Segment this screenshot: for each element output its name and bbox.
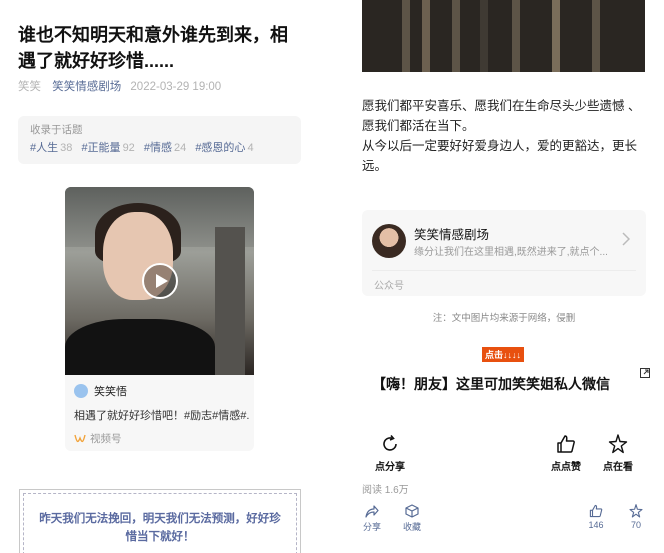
refresh-share-icon bbox=[383, 434, 397, 451]
topic-tag[interactable]: #情感 24 bbox=[144, 142, 186, 154]
chevron-right-icon bbox=[622, 232, 630, 246]
channels-icon bbox=[74, 434, 86, 442]
video-author-avatar bbox=[74, 384, 88, 398]
left-panel: 谁也不知明天和意外谁先到来，相遇了就好好珍惜...... 笑笑 笑笑情感剧场 2… bbox=[0, 0, 320, 553]
external-link-icon bbox=[640, 368, 650, 378]
article-body: 愿我们都平安喜乐、愿我们在生命尽头少些遗憾 、愿我们都活在当下。 从今以后一定要… bbox=[362, 96, 650, 176]
share-arrow-icon bbox=[365, 505, 379, 518]
profile-name: 笑笑情感剧场 bbox=[414, 228, 490, 242]
image-source-note: 注：文中图片均来源于网络，侵删 bbox=[432, 313, 576, 324]
account-avatar bbox=[372, 224, 406, 258]
read-count: 阅读 1.6万 bbox=[362, 485, 409, 496]
sparkle-icon bbox=[608, 434, 628, 454]
right-panel: 愿我们都平安喜乐、愿我们在生命尽头少些遗憾 、愿我们都活在当下。 从今以后一定要… bbox=[362, 0, 664, 553]
topic-tag[interactable]: #人生 38 bbox=[30, 142, 72, 154]
play-icon[interactable] bbox=[142, 263, 178, 299]
article-title: 谁也不知明天和意外谁先到来，相遇了就好好珍惜...... bbox=[18, 25, 288, 71]
quote-text: 昨天我们无法挽回，明天我们无法预测，好好珍惜当下就好！ bbox=[23, 493, 297, 553]
video-description: 相遇了就好好珍惜吧！#励志#情感#... bbox=[74, 410, 249, 422]
video-source: 视频号 bbox=[74, 431, 122, 446]
body-paragraph: 愿我们都平安喜乐、愿我们在生命尽头少些遗憾 、愿我们都活在当下。 bbox=[362, 99, 641, 133]
watching-count-button[interactable]: 70 bbox=[626, 502, 646, 530]
wechat-heading[interactable]: 【嗨！朋友】这里可加笑笑姐私人微信 bbox=[372, 368, 650, 394]
article-meta: 笑笑 笑笑情感剧场 2022-03-29 19:00 bbox=[18, 78, 221, 94]
profile-type: 公众号 bbox=[374, 281, 404, 292]
topics-label: 收录于话题 bbox=[30, 124, 83, 136]
thumbs-up-icon bbox=[557, 435, 575, 453]
account-profile-card[interactable]: 笑笑情感剧场 缘分让我们在这里相遇,既然进来了,就点个... 公众号 bbox=[362, 210, 646, 296]
profile-description: 缘分让我们在这里相遇,既然进来了,就点个... bbox=[414, 247, 608, 258]
quote-box: 昨天我们无法挽回，明天我们无法预测，好好珍惜当下就好！ bbox=[19, 489, 301, 553]
favorite-button[interactable]: 收藏 bbox=[402, 502, 422, 533]
share-action[interactable]: 点分享 bbox=[370, 432, 410, 473]
thumbs-up-icon bbox=[589, 504, 603, 518]
body-paragraph: 从今以后一定要好好爱身边人，爱的更豁达，更长远。 bbox=[362, 139, 638, 173]
video-card[interactable]: 笑笑悟 相遇了就好好珍惜吧！#励志#情感#... 视频号 bbox=[65, 187, 254, 451]
like-count-button[interactable]: 146 bbox=[586, 502, 606, 530]
article-image bbox=[362, 0, 645, 72]
author-name: 笑笑 bbox=[18, 81, 41, 93]
publish-date: 2022-03-29 19:00 bbox=[130, 81, 222, 93]
sparkle-icon bbox=[629, 504, 643, 518]
topics-box: 收录于话题 #人生 38 #正能量 92 #情感 24 #感恩的心 4 bbox=[18, 116, 301, 164]
video-author: 笑笑悟 bbox=[74, 383, 249, 399]
click-badge: 点击↓↓↓↓ bbox=[482, 347, 525, 362]
watch-action[interactable]: 点在看 bbox=[598, 432, 638, 473]
topic-tag[interactable]: #正能量 92 bbox=[81, 142, 134, 154]
account-link[interactable]: 笑笑情感剧场 bbox=[52, 81, 121, 93]
video-thumbnail[interactable] bbox=[65, 187, 254, 375]
like-action[interactable]: 点点赞 bbox=[546, 432, 586, 473]
bottom-bar: 分享 收藏 146 70 bbox=[362, 500, 646, 536]
cube-icon bbox=[405, 504, 419, 518]
topic-tag[interactable]: #感恩的心 4 bbox=[195, 142, 253, 154]
share-button[interactable]: 分享 bbox=[362, 502, 382, 533]
video-info: 笑笑悟 相遇了就好好珍惜吧！#励志#情感#... bbox=[74, 383, 249, 423]
topics-list: #人生 38 #正能量 92 #情感 24 #感恩的心 4 bbox=[30, 141, 289, 155]
